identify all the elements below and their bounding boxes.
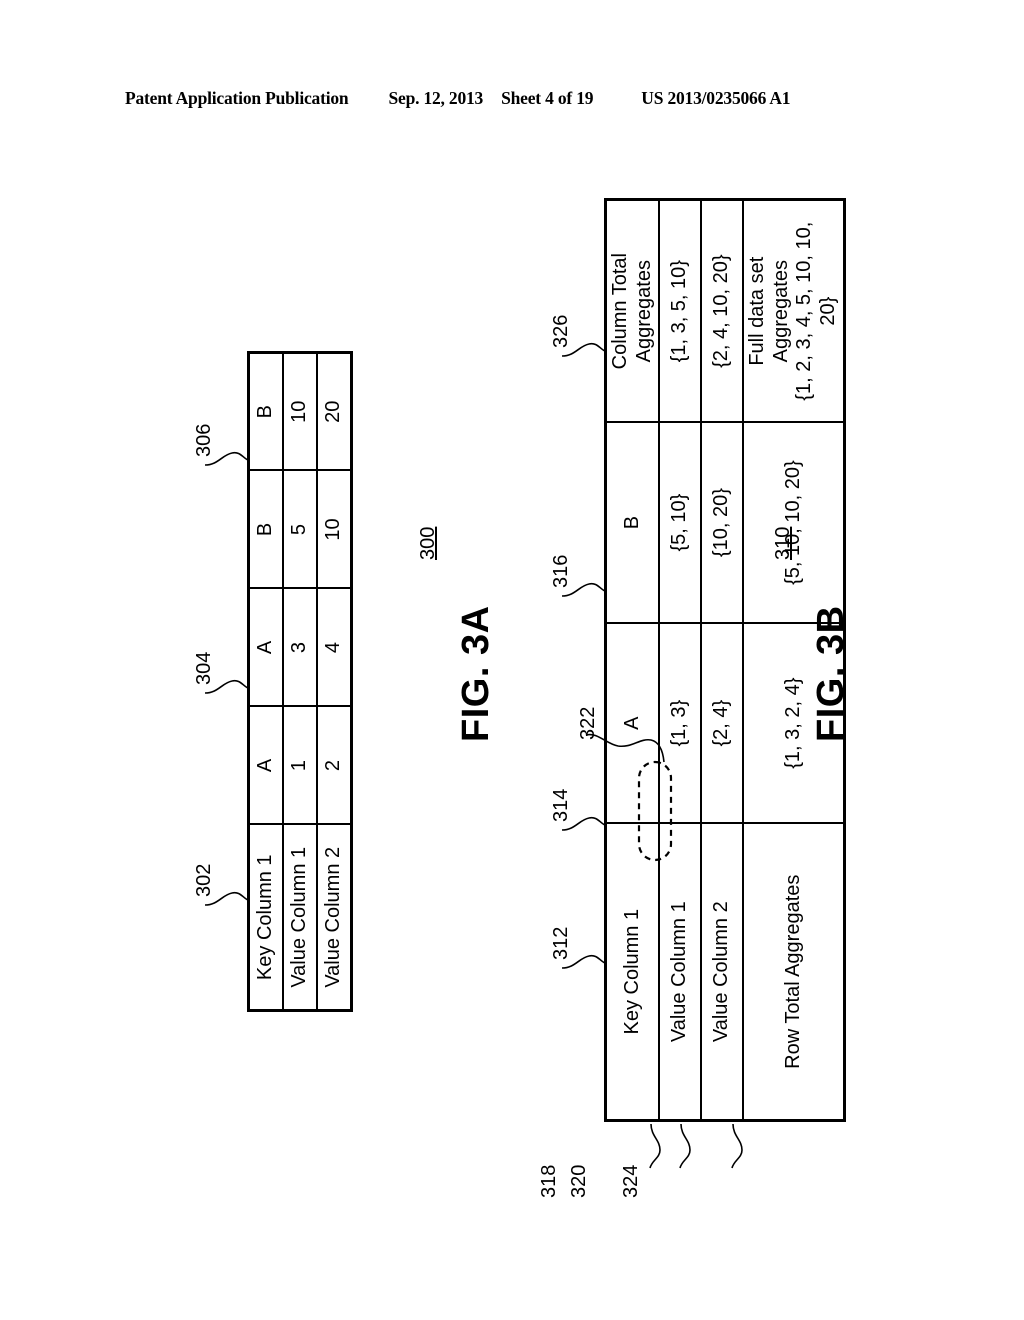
table-cell: 3 [283,588,317,707]
figure-3a-table: Key Column 1 A A B B Value Column 1 1 3 … [247,351,353,1012]
column-header-key: Key Column 1 [248,824,283,1011]
leader-line-318 [649,1123,661,1169]
reference-numeral-324: 324 [620,1164,642,1198]
table-cell-full-data-set-aggregates: Full data set Aggregates {1, 2, 3, 4, 5,… [743,199,845,423]
table-cell: 4 [317,588,352,707]
patent-number: US 2013/0235066 A1 [641,88,791,108]
publication-title: Patent Application Publication [125,88,349,108]
row-label-column-total-aggregates: Column Total Aggregates [605,199,660,423]
row-label-b: B [605,422,660,623]
column-header-value-1: Value Column 1 [283,824,317,1011]
reference-numeral-314: 314 [550,788,572,822]
full-data-set-values: {1, 2, 3, 4, 5, 10, 10, 20} [793,221,839,401]
table-row: Value Column 1 1 3 5 10 [283,352,317,1011]
figure-3b-caption: FIG. 3B [810,605,852,742]
reference-numeral-326: 326 [550,314,572,348]
table-cell: A [248,706,283,825]
table-row: Value Column 2 {2, 4} {10, 20} {2, 4, 10… [701,199,744,1121]
row-label-a: A [605,622,660,824]
column-header-value-2: Value Column 2 [701,823,744,1121]
table-row: Key Column 1 A A B B [248,352,283,1011]
column-total-line-1: Column Total [609,253,631,370]
table-cell: B [248,470,283,589]
reference-numeral-318: 318 [538,1164,560,1198]
figure-3a-number: 300 [417,526,439,560]
column-header-key: Key Column 1 [605,823,660,1121]
reference-numeral-322: 322 [577,706,599,740]
table-cell: 2 [317,706,352,825]
leader-line-320 [679,1123,691,1169]
sheet-number: Sheet 4 of 19 [501,88,594,108]
table-cell: 5 [283,470,317,589]
table-cell: {2, 4} [701,622,744,824]
full-data-set-label: Full data set Aggregates [746,256,792,366]
figure-3a-caption: FIG. 3A [455,605,497,742]
table-cell: {5, 10, 10, 20} [743,422,845,623]
table-cell: A [248,588,283,707]
figure-3a-table-wrapper: Key Column 1 A A B B Value Column 1 1 3 … [247,351,353,1012]
table-row: Key Column 1 A B Column Total Aggregates [605,199,660,1121]
column-total-line-2: Aggregates [632,260,655,363]
reference-numeral-304: 304 [193,651,215,685]
table-row: Value Column 2 2 4 10 20 [317,352,352,1011]
table-cell-highlighted: {1, 3} [659,622,702,824]
figure-3b-number: 310 [772,526,794,560]
reference-numeral-302: 302 [193,863,215,897]
publication-date: Sep. 12, 2013 [388,88,484,108]
reference-numeral-306: 306 [193,423,215,457]
reference-numeral-312: 312 [550,926,572,960]
table-cell: 1 [283,706,317,825]
table-cell: 10 [283,352,317,471]
leader-line-324 [731,1123,743,1169]
table-cell: 10 [317,470,352,589]
column-header-value-2: Value Column 2 [317,824,352,1011]
column-header-row-total-aggregates: Row Total Aggregates [743,823,845,1121]
table-cell: B [248,352,283,471]
reference-numeral-320: 320 [568,1164,590,1198]
table-cell: {10, 20} [701,422,744,623]
table-row: Value Column 1 {1, 3} {5, 10} {1, 3, 5, … [659,199,702,1121]
table-cell: 20 [317,352,352,471]
reference-numeral-316: 316 [550,554,572,588]
column-header-value-1: Value Column 1 [659,823,702,1121]
table-cell: {2, 4, 10, 20} [701,199,744,423]
leader-lines-overlay [204,342,743,1169]
table-cell: {5, 10} [659,422,702,623]
table-cell: {1, 3, 5, 10} [659,199,702,423]
page-header: Patent Application Publication Sep. 12, … [125,88,885,109]
